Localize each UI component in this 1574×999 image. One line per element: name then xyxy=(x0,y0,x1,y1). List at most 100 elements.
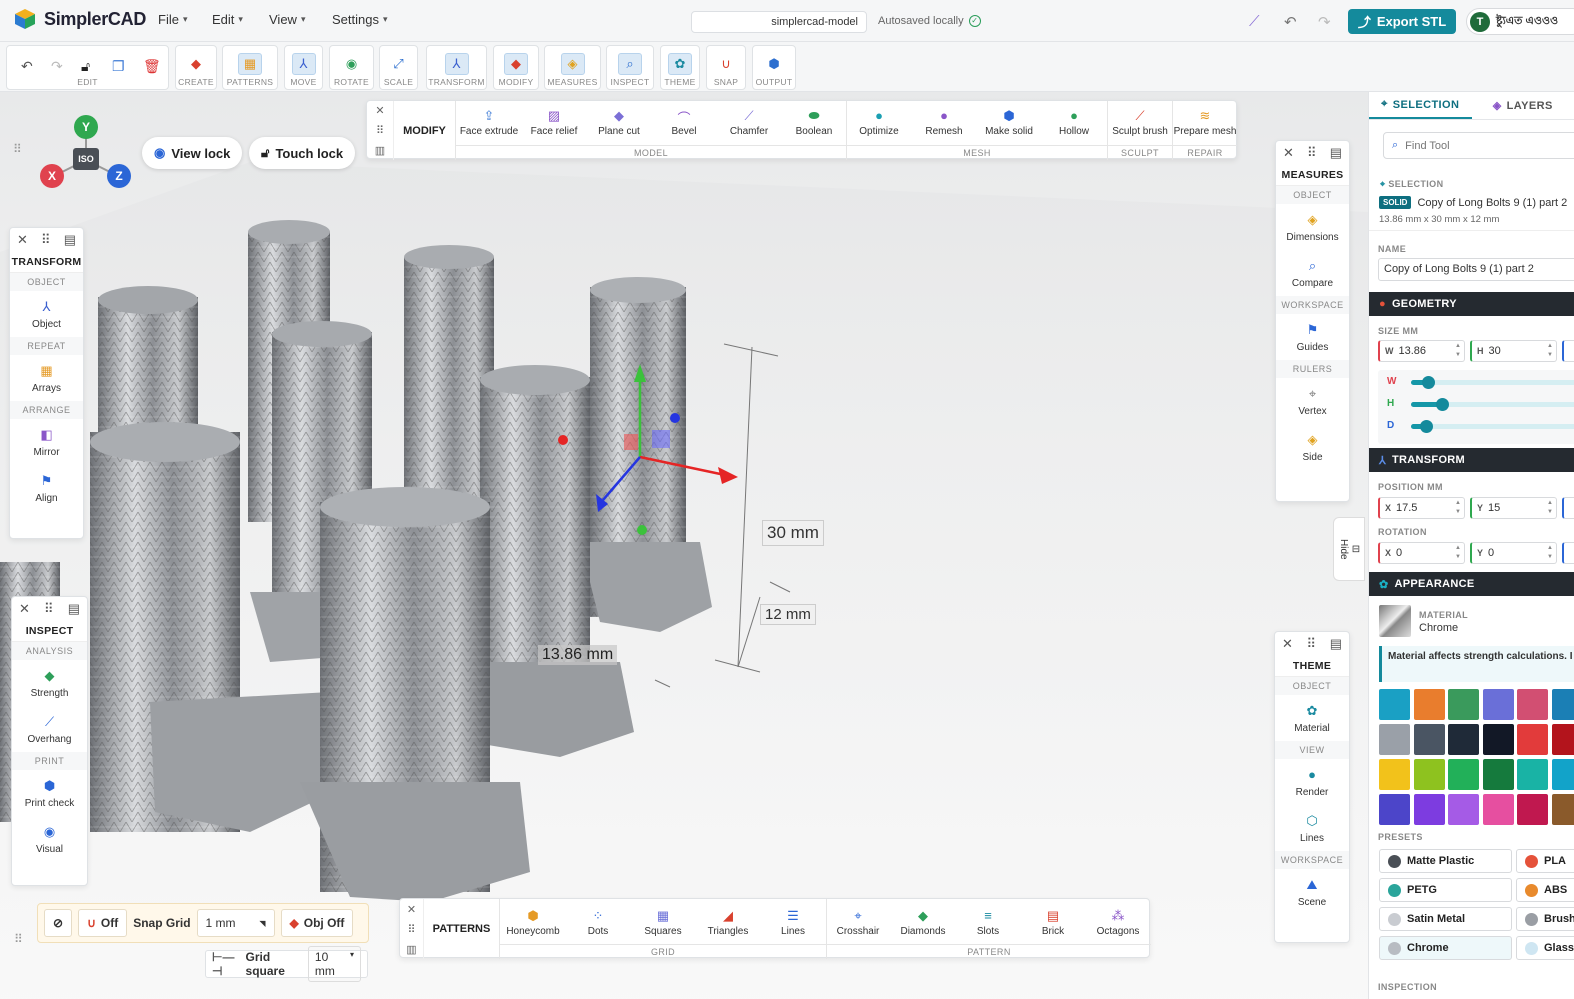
tool-make-solid[interactable]: ⬢ Make solid xyxy=(977,108,1041,137)
close-icon[interactable]: ✕ xyxy=(1282,636,1293,652)
position-x-input[interactable]: X 17.5 ▲ ▼ xyxy=(1378,497,1465,519)
app-logo[interactable]: SimplerCAD xyxy=(14,8,146,30)
material-tool[interactable]: ✿ Material xyxy=(1275,695,1349,741)
side-tool[interactable]: ◈ Side xyxy=(1276,424,1349,470)
color-swatch[interactable] xyxy=(1413,759,1445,790)
layout-icon[interactable]: ▥ xyxy=(406,943,416,956)
view-lock-button[interactable]: ◉ View lock xyxy=(142,137,243,169)
strength-tool[interactable]: ◆ Strength xyxy=(12,660,87,706)
tool-sculpt-brush[interactable]: ⟋ Sculpt brush xyxy=(1108,108,1172,137)
close-icon[interactable]: ✕ xyxy=(407,903,416,916)
tool-chamfer[interactable]: ⟋ Chamfer xyxy=(717,108,781,137)
tool-face-extrude[interactable]: ⇪ Face extrude xyxy=(457,108,521,137)
tool-plane-cut[interactable]: ◆ Plane cut xyxy=(587,108,651,137)
drag-handle-icon[interactable]: ⠿ xyxy=(1307,145,1317,161)
print-check-tool[interactable]: ⬢ Print check xyxy=(12,770,87,816)
trash-icon[interactable]: 🗑︎ xyxy=(143,58,161,75)
toolbar-scale[interactable]: ⤢ SCALE xyxy=(379,45,418,90)
toolbar-inspect[interactable]: ⌕ INSPECT xyxy=(606,45,654,90)
drag-handle-icon[interactable]: ⠿ xyxy=(1307,636,1317,652)
height-input[interactable]: H 30 ▲ ▼ xyxy=(1470,340,1557,362)
tab-layers[interactable]: ◈ LAYERS xyxy=(1472,92,1574,119)
grid-square-select[interactable]: 10 mm ▾ xyxy=(307,946,362,982)
color-swatch[interactable] xyxy=(1517,759,1548,790)
axis-x-button[interactable]: X xyxy=(40,164,64,188)
preset-abs[interactable]: ABS xyxy=(1516,878,1574,902)
tool-hollow[interactable]: ● Hollow xyxy=(1042,108,1106,137)
position-z-input[interactable] xyxy=(1562,497,1574,519)
color-swatch[interactable] xyxy=(1551,689,1574,720)
preset-matte-plastic[interactable]: Matte Plastic xyxy=(1379,849,1512,873)
menu-settings[interactable]: Settings ▾ xyxy=(332,12,388,27)
drag-handle-icon[interactable]: ⠿ xyxy=(13,142,23,164)
compare-tool[interactable]: ⌕ Compare xyxy=(1276,250,1349,296)
preset-chrome[interactable]: Chrome xyxy=(1379,936,1512,960)
scene-tool[interactable]: ⛰ Scene xyxy=(1275,869,1349,915)
snap-off-button[interactable]: ∪ Off xyxy=(78,909,128,937)
toolbar-output[interactable]: ⬢ OUTPUT xyxy=(752,45,796,90)
color-swatch[interactable] xyxy=(1413,794,1445,825)
hide-panel-tab[interactable]: Hide ⊟ xyxy=(1333,517,1365,581)
pattern-honeycomb[interactable]: ⬢ Honeycomb xyxy=(501,908,565,937)
preset-glass[interactable]: Glass xyxy=(1516,936,1574,960)
menu-view[interactable]: View ▾ xyxy=(269,12,305,27)
toolbar-snap[interactable]: ∪ SNAP xyxy=(706,45,746,90)
toolbar-patterns[interactable]: ▦ PATTERNS xyxy=(222,45,278,90)
color-swatch[interactable] xyxy=(1482,724,1514,755)
pattern-dots[interactable]: ⁘ Dots xyxy=(566,908,630,937)
color-swatch[interactable] xyxy=(1551,794,1574,825)
drag-handle-icon[interactable]: ⠿ xyxy=(44,601,54,617)
dimensions-tool[interactable]: ◈ Dimensions xyxy=(1276,204,1349,250)
toolbar-theme[interactable]: ✿ THEME xyxy=(660,45,700,90)
color-swatch[interactable] xyxy=(1413,724,1445,755)
color-swatch[interactable] xyxy=(1551,759,1574,790)
object-snap-button[interactable]: ◆ Obj Off xyxy=(280,909,354,937)
pattern-slots[interactable]: ≡ Slots xyxy=(956,908,1020,937)
toolbar-rotate[interactable]: ◉ ROTATE xyxy=(329,45,374,90)
color-swatch[interactable] xyxy=(1448,759,1479,790)
layout-icon[interactable]: ▤ xyxy=(1330,145,1342,161)
copy-icon[interactable]: ❐ xyxy=(112,58,125,75)
overhang-tool[interactable]: ⟋ Overhang xyxy=(12,706,87,752)
snap-grid-select[interactable]: 1 mm ◥ xyxy=(196,909,275,937)
export-stl-button[interactable]: ⤴ Export STL xyxy=(1348,9,1456,34)
tool-boolean[interactable]: ⬬ Boolean xyxy=(782,108,846,137)
tool-bevel[interactable]: ⌒ Bevel xyxy=(652,108,716,137)
object-tool[interactable]: ⅄ Object xyxy=(10,291,83,337)
vertex-tool[interactable]: ⌖ Vertex xyxy=(1276,378,1349,424)
pattern-crosshair[interactable]: ⌖ Crosshair xyxy=(826,908,890,937)
rotation-z-input[interactable] xyxy=(1562,542,1574,564)
pattern-squares[interactable]: ▦ Squares xyxy=(631,908,695,937)
color-swatch[interactable] xyxy=(1379,689,1410,720)
redo-icon[interactable]: ↷ xyxy=(51,58,63,75)
toolbar-modify[interactable]: ◆ MODIFY xyxy=(493,45,539,90)
undo-icon[interactable]: ↶ xyxy=(1284,13,1297,31)
color-swatch[interactable] xyxy=(1379,794,1410,825)
color-swatch[interactable] xyxy=(1413,689,1445,720)
tool-optimize[interactable]: ● Optimize xyxy=(847,108,911,137)
tool-remesh[interactable]: ● Remesh xyxy=(912,108,976,137)
depth-slider[interactable] xyxy=(1411,420,1574,433)
drag-handle-icon[interactable]: ⠿ xyxy=(407,923,415,936)
menu-file[interactable]: File ▾ xyxy=(158,12,187,27)
drag-handle-icon[interactable]: ⠿ xyxy=(41,232,51,248)
transform-section-header[interactable]: ⅄ TRANSFORM xyxy=(1369,448,1574,472)
user-menu[interactable]: T ষ্ট্যুএত এওওও xyxy=(1466,8,1574,35)
geometry-section-header[interactable]: ● GEOMETRY xyxy=(1369,292,1574,316)
toolbar-transform[interactable]: ⅄ TRANSFORM xyxy=(426,45,487,90)
bolts-model-render[interactable] xyxy=(0,92,1368,999)
color-swatch[interactable] xyxy=(1482,759,1514,790)
arrays-tool[interactable]: ▦ Arrays xyxy=(10,355,83,401)
redo-icon[interactable]: ↷ xyxy=(1318,13,1331,31)
layout-icon[interactable]: ▤ xyxy=(68,601,80,617)
color-swatch[interactable] xyxy=(1482,794,1514,825)
width-slider[interactable] xyxy=(1411,376,1574,389)
preset-petg[interactable]: PETG xyxy=(1379,878,1512,902)
appearance-section-header[interactable]: ✿ APPEARANCE xyxy=(1369,572,1574,596)
rotation-y-input[interactable]: Y 0 ▲ ▼ xyxy=(1470,542,1557,564)
material-preview[interactable] xyxy=(1379,605,1411,637)
iso-view-button[interactable]: ISO xyxy=(73,148,99,170)
color-swatch[interactable] xyxy=(1517,689,1548,720)
color-swatch[interactable] xyxy=(1551,724,1574,755)
visual-tool[interactable]: ◉ Visual xyxy=(12,816,87,862)
